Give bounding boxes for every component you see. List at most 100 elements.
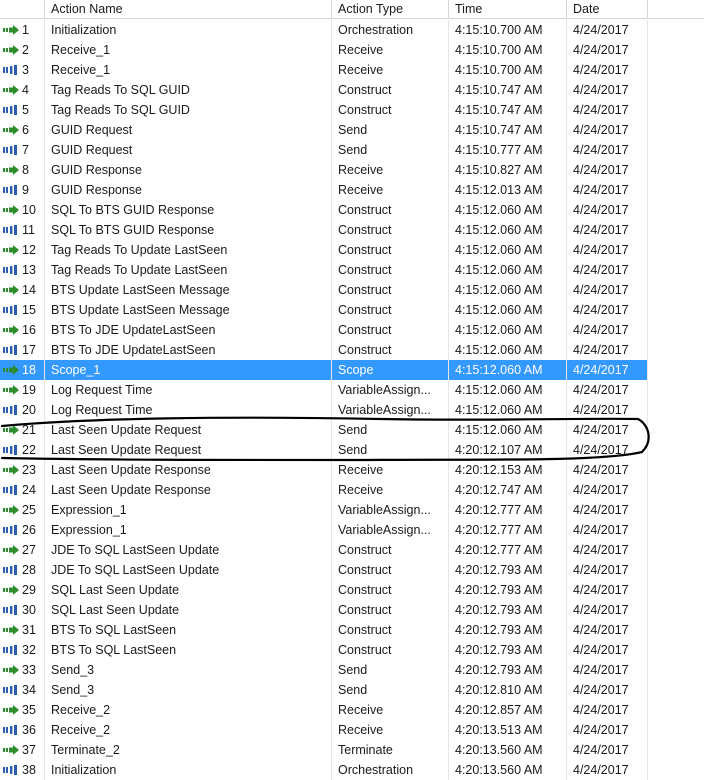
table-row[interactable]: 19 Log Request Time VariableAssign... 4:15:…	[0, 380, 704, 400]
row-number-cell: 23	[0, 460, 45, 480]
table-row[interactable]: 35 Receive_2 Receive 4:20:12.857 AM 4/24/201…	[0, 700, 704, 720]
row-number: 18	[20, 360, 44, 380]
table-row[interactable]: 24 Last Seen Update Response Receive 4:20:1…	[0, 480, 704, 500]
arrow-right-icon	[2, 580, 20, 600]
table-row[interactable]: 17 BTS To JDE UpdateLastSeen Construct 4:15…	[0, 340, 704, 360]
action-type-cell: Send	[332, 660, 449, 680]
time-cell: 4:15:10.777 AM	[449, 140, 567, 160]
table-row[interactable]: 16 BTS To JDE UpdateLastSeen Construct 4:15…	[0, 320, 704, 340]
row-number: 36	[22, 723, 36, 737]
action-type-cell: Construct	[332, 620, 449, 640]
bars-icon	[2, 60, 20, 80]
date-cell: 4/24/2017	[567, 160, 648, 180]
row-number: 30	[22, 603, 36, 617]
table-row[interactable]: 25 Expression_1 VariableAssign... 4:20:12.7…	[0, 500, 704, 520]
row-number: 5	[22, 103, 29, 117]
row-filler	[648, 400, 704, 420]
date-cell: 4/24/2017	[567, 600, 648, 620]
bars-icon	[2, 760, 20, 780]
table-row[interactable]: 38 Initialization Orchestration 4:20:13.560…	[0, 760, 704, 780]
row-number: 34	[22, 683, 36, 697]
table-row[interactable]: 22 Last Seen Update Request Send 4:20:12.10…	[0, 440, 704, 460]
column-header-date[interactable]: Date	[567, 0, 648, 19]
table-row[interactable]: 12 Tag Reads To Update LastSeen Construct 4…	[0, 240, 704, 260]
bars-icon	[2, 180, 20, 200]
time-cell: 4:20:12.107 AM	[449, 440, 567, 460]
action-type-cell: Construct	[332, 80, 449, 100]
row-number: 4	[22, 83, 29, 97]
column-header-number[interactable]	[0, 0, 45, 19]
action-name-cell: JDE To SQL LastSeen Update	[45, 560, 332, 580]
column-header-time[interactable]: Time	[449, 0, 567, 19]
table-row[interactable]: 2 Receive_1 Receive 4:15:10.700 AM 4/24/2017	[0, 40, 704, 60]
row-number-cell: 5	[0, 100, 45, 120]
time-cell: 4:20:12.857 AM	[449, 700, 567, 720]
table-row[interactable]: 14 BTS Update LastSeen Message Construct 4:…	[0, 280, 704, 300]
action-name-cell: Last Seen Update Response	[45, 480, 332, 500]
bars-icon	[2, 520, 20, 540]
arrow-right-icon	[2, 540, 20, 560]
time-cell: 4:15:10.747 AM	[449, 100, 567, 120]
table-row[interactable]: 1 Initialization Orchestration 4:15:10.700 …	[0, 20, 704, 40]
table-row[interactable]: 13 Tag Reads To Update LastSeen Construct 4…	[0, 260, 704, 280]
table-row[interactable]: 31 BTS To SQL LastSeen Construct 4:20:12.79…	[0, 620, 704, 640]
arrow-right-icon	[2, 280, 20, 300]
table-row[interactable]: 10 SQL To BTS GUID Response Construct 4:15:…	[0, 200, 704, 220]
grid-body: 1 Initialization Orchestration 4:15:10.700 …	[0, 20, 704, 780]
table-row[interactable]: 37 Terminate_2 Terminate 4:20:13.560 AM 4/24…	[0, 740, 704, 760]
table-row[interactable]: 26 Expression_1 VariableAssign... 4:20:12.7…	[0, 520, 704, 540]
table-row[interactable]: 36 Receive_2 Receive 4:20:13.513 AM 4/24/201…	[0, 720, 704, 740]
table-row[interactable]: 33 Send_3 Send 4:20:12.793 AM 4/24/2017	[0, 660, 704, 680]
bars-icon	[2, 100, 20, 120]
time-cell: 4:15:12.013 AM	[449, 180, 567, 200]
table-row[interactable]: 29 SQL Last Seen Update Construct 4:20:12.7…	[0, 580, 704, 600]
table-row[interactable]: 23 Last Seen Update Response Receive 4:20:1…	[0, 460, 704, 480]
arrow-right-icon	[2, 740, 20, 760]
action-type-cell: Construct	[332, 580, 449, 600]
table-row[interactable]: 6 GUID Request Send 4:15:10.747 AM 4/24/2017	[0, 120, 704, 140]
table-row[interactable]: 21 Last Seen Update Request Send 4:15:12.06…	[0, 420, 704, 440]
bars-icon	[2, 140, 20, 160]
arrow-right-icon	[2, 620, 20, 640]
action-grid[interactable]: Action Name Action Type Time Date 1 Initi…	[0, 0, 704, 780]
date-cell: 4/24/2017	[567, 480, 648, 500]
row-number-cell: 31	[0, 620, 45, 640]
table-row[interactable]: 32 BTS To SQL LastSeen Construct 4:20:12.79…	[0, 640, 704, 660]
arrow-right-icon	[2, 120, 20, 140]
table-row[interactable]: 8 GUID Response Receive 4:15:10.827 AM 4/24/…	[0, 160, 704, 180]
table-row[interactable]: 5 Tag Reads To SQL GUID Construct 4:15:10.7…	[0, 100, 704, 120]
table-row[interactable]: 27 JDE To SQL LastSeen Update Construct 4:2…	[0, 540, 704, 560]
table-row[interactable]: 4 Tag Reads To SQL GUID Construct 4:15:10.7…	[0, 80, 704, 100]
date-cell: 4/24/2017	[567, 60, 648, 80]
table-row[interactable]: 9 GUID Response Receive 4:15:12.013 AM 4/24/…	[0, 180, 704, 200]
row-number-cell: 29	[0, 580, 45, 600]
row-number: 33	[22, 663, 36, 677]
table-row[interactable]: 28 JDE To SQL LastSeen Update Construct 4:2…	[0, 560, 704, 580]
action-type-cell: Receive	[332, 60, 449, 80]
row-number: 37	[22, 743, 36, 757]
row-number: 17	[22, 343, 36, 357]
bars-icon	[2, 340, 20, 360]
table-row[interactable]: 11 SQL To BTS GUID Response Construct 4:15:…	[0, 220, 704, 240]
date-cell: 4/24/2017	[567, 660, 648, 680]
time-cell: 4:20:13.560 AM	[449, 760, 567, 780]
bars-icon	[2, 260, 20, 280]
table-row[interactable]: 3 Receive_1 Receive 4:15:10.700 AM 4/24/2017	[0, 60, 704, 80]
row-number: 32	[22, 643, 36, 657]
row-filler	[648, 640, 704, 660]
table-row[interactable]: 34 Send_3 Send 4:20:12.810 AM 4/24/2017	[0, 680, 704, 700]
action-name-cell: GUID Request	[45, 140, 332, 160]
table-row[interactable]: 30 SQL Last Seen Update Construct 4:20:12.7…	[0, 600, 704, 620]
table-row[interactable]: 18 Scope_1 Scope 4:15:12.060 AM 4/24/2017	[0, 360, 704, 380]
row-number-cell: 1	[0, 20, 45, 40]
table-row[interactable]: 20 Log Request Time VariableAssign... 4:15:…	[0, 400, 704, 420]
row-filler	[648, 660, 704, 680]
row-filler	[648, 700, 704, 720]
table-row[interactable]: 7 GUID Request Send 4:15:10.777 AM 4/24/2017	[0, 140, 704, 160]
column-header-action-type[interactable]: Action Type	[332, 0, 449, 19]
action-name-cell: GUID Response	[45, 180, 332, 200]
row-filler	[648, 460, 704, 480]
column-header-action-name[interactable]: Action Name	[45, 0, 332, 19]
table-row[interactable]: 15 BTS Update LastSeen Message Construct 4:…	[0, 300, 704, 320]
row-number: 16	[22, 323, 36, 337]
